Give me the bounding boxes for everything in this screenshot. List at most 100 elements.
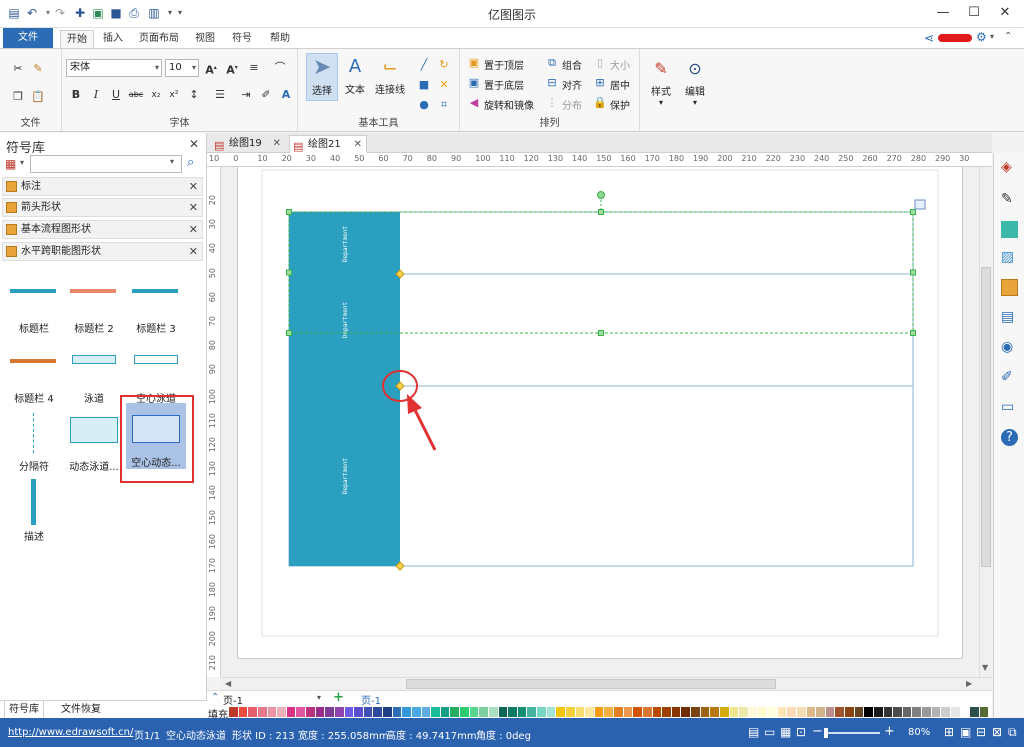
- resize-handle[interactable]: [598, 209, 604, 215]
- page-select[interactable]: 页-1: [223, 692, 243, 707]
- vertical-scrollbar[interactable]: ▼: [979, 167, 992, 677]
- symbol-search-input[interactable]: [30, 155, 182, 173]
- category-close-icon[interactable]: ✕: [189, 178, 198, 195]
- color-swatch[interactable]: [902, 707, 913, 717]
- print-icon[interactable]: ⎙: [126, 5, 142, 21]
- format-painter-icon[interactable]: ✎: [30, 61, 46, 77]
- shape-hollow-dynamic-swimlane[interactable]: 空心动态...: [126, 403, 186, 469]
- color-swatch[interactable]: [633, 707, 643, 717]
- color-swatch[interactable]: [912, 707, 922, 717]
- resize-handle[interactable]: [286, 209, 292, 215]
- search-icon[interactable]: ⌕: [187, 155, 194, 170]
- color-swatch[interactable]: [864, 707, 874, 717]
- color-swatch[interactable]: [277, 707, 287, 717]
- library-icon[interactable]: ▦: [5, 157, 16, 171]
- grow-font-icon[interactable]: A▴: [203, 60, 219, 77]
- color-swatch[interactable]: [546, 707, 557, 717]
- shape-description[interactable]: 描述: [4, 477, 64, 543]
- color-swatch[interactable]: [796, 707, 807, 717]
- color-swatch[interactable]: [787, 707, 797, 717]
- copy-icon[interactable]: ❐: [10, 89, 26, 105]
- color-swatch[interactable]: [970, 707, 980, 717]
- resize-handle[interactable]: [286, 330, 292, 336]
- color-swatch[interactable]: [575, 707, 586, 717]
- color-swatch[interactable]: [748, 707, 759, 717]
- image-icon[interactable]: ▨: [1001, 249, 1018, 266]
- paste-icon[interactable]: 📋: [30, 89, 46, 105]
- cross-tool-icon[interactable]: ✕: [436, 77, 452, 93]
- color-swatch[interactable]: [960, 707, 971, 717]
- page-up-icon[interactable]: ⌃: [211, 692, 219, 703]
- hyperlink-icon[interactable]: ◉: [1001, 339, 1018, 356]
- color-swatch[interactable]: [460, 707, 470, 717]
- bullets-icon[interactable]: ☰: [212, 87, 228, 103]
- text-tool-button[interactable]: A 文本: [340, 53, 370, 101]
- color-swatch[interactable]: [306, 707, 316, 717]
- redo-icon[interactable]: ↷: [52, 5, 68, 21]
- category-flowchart[interactable]: 基本流程图形状 ✕: [2, 220, 203, 239]
- color-swatch[interactable]: [257, 707, 268, 717]
- color-swatch[interactable]: [248, 707, 258, 717]
- color-swatch[interactable]: [344, 707, 355, 717]
- color-swatch[interactable]: [873, 707, 884, 717]
- color-swatch[interactable]: [777, 707, 788, 717]
- page-properties-icon[interactable]: ▤: [1001, 309, 1018, 326]
- color-swatch[interactable]: [614, 707, 624, 717]
- website-link[interactable]: http://www.edrawsoft.cn/: [8, 727, 133, 738]
- zoom-in-icon[interactable]: +: [884, 724, 895, 739]
- fill-bucket-icon[interactable]: ◈: [1001, 159, 1018, 176]
- color-swatch[interactable]: [334, 707, 345, 717]
- color-swatch[interactable]: [845, 707, 855, 717]
- category-callout[interactable]: 标注 ✕: [2, 177, 203, 196]
- layers-icon[interactable]: [1001, 279, 1018, 296]
- line-tool-icon[interactable]: ╱: [416, 57, 432, 73]
- color-swatch[interactable]: [652, 707, 663, 717]
- app-menu-icon[interactable]: ▤: [6, 5, 22, 21]
- collapse-ribbon-icon[interactable]: ⌃: [1004, 31, 1012, 42]
- panel-close-icon[interactable]: ✕: [189, 137, 199, 151]
- color-swatch[interactable]: [883, 707, 894, 717]
- line-style-icon[interactable]: ✎: [1001, 191, 1018, 208]
- shape-title-bar-3[interactable]: 标题栏 3: [126, 269, 186, 335]
- rectangle-tool-icon[interactable]: ■: [416, 77, 432, 93]
- edit-button[interactable]: ⊙ 编辑 ▾: [680, 55, 710, 117]
- resize-handle[interactable]: [598, 330, 604, 336]
- underline-icon[interactable]: U: [108, 87, 124, 103]
- minimize-button[interactable]: —: [928, 3, 958, 23]
- color-swatch[interactable]: [421, 707, 432, 717]
- close-button[interactable]: ✕: [990, 3, 1020, 23]
- shape-separator[interactable]: 分隔符: [4, 407, 64, 473]
- tab-symbol[interactable]: 符号: [226, 30, 258, 48]
- color-swatch[interactable]: [363, 707, 374, 717]
- send-back-button[interactable]: 置于底层: [484, 77, 524, 92]
- style-button[interactable]: ✎ 样式 ▾: [646, 55, 676, 117]
- zoom-out-icon[interactable]: −: [812, 724, 823, 739]
- italic-icon[interactable]: I: [88, 87, 104, 103]
- group-button[interactable]: 组合: [562, 57, 582, 72]
- page-select-dropdown-icon[interactable]: ▾: [317, 693, 321, 702]
- color-swatch[interactable]: [469, 707, 480, 717]
- category-close-icon[interactable]: ✕: [189, 243, 198, 260]
- color-swatch[interactable]: [488, 707, 499, 717]
- text-curve-icon[interactable]: ⌒: [272, 60, 288, 76]
- line-spacing-icon[interactable]: ↕: [186, 87, 202, 103]
- color-swatch[interactable]: [440, 707, 451, 717]
- tab-page-layout[interactable]: 页面布局: [134, 30, 184, 48]
- category-close-icon[interactable]: ✕: [189, 221, 198, 238]
- maximize-button[interactable]: ☐: [959, 3, 989, 23]
- rotate-mirror-button[interactable]: 旋转和镜像: [484, 97, 534, 112]
- shape-title-bar[interactable]: 标题栏: [4, 269, 64, 335]
- color-swatch[interactable]: [941, 707, 951, 717]
- color-swatch[interactable]: [710, 707, 720, 717]
- color-swatch[interactable]: [556, 707, 566, 717]
- share-icon[interactable]: ⋖: [924, 31, 934, 45]
- zoom-level[interactable]: 80%: [908, 727, 930, 738]
- color-swatch[interactable]: [354, 707, 364, 717]
- distribute-button[interactable]: 分布: [562, 97, 582, 112]
- diagram-svg[interactable]: Department Department Department: [238, 167, 964, 660]
- color-swatch[interactable]: [594, 707, 605, 717]
- color-swatch[interactable]: [922, 707, 932, 717]
- color-swatch[interactable]: [392, 707, 403, 717]
- color-swatch[interactable]: [431, 707, 441, 717]
- color-swatch[interactable]: [267, 707, 278, 717]
